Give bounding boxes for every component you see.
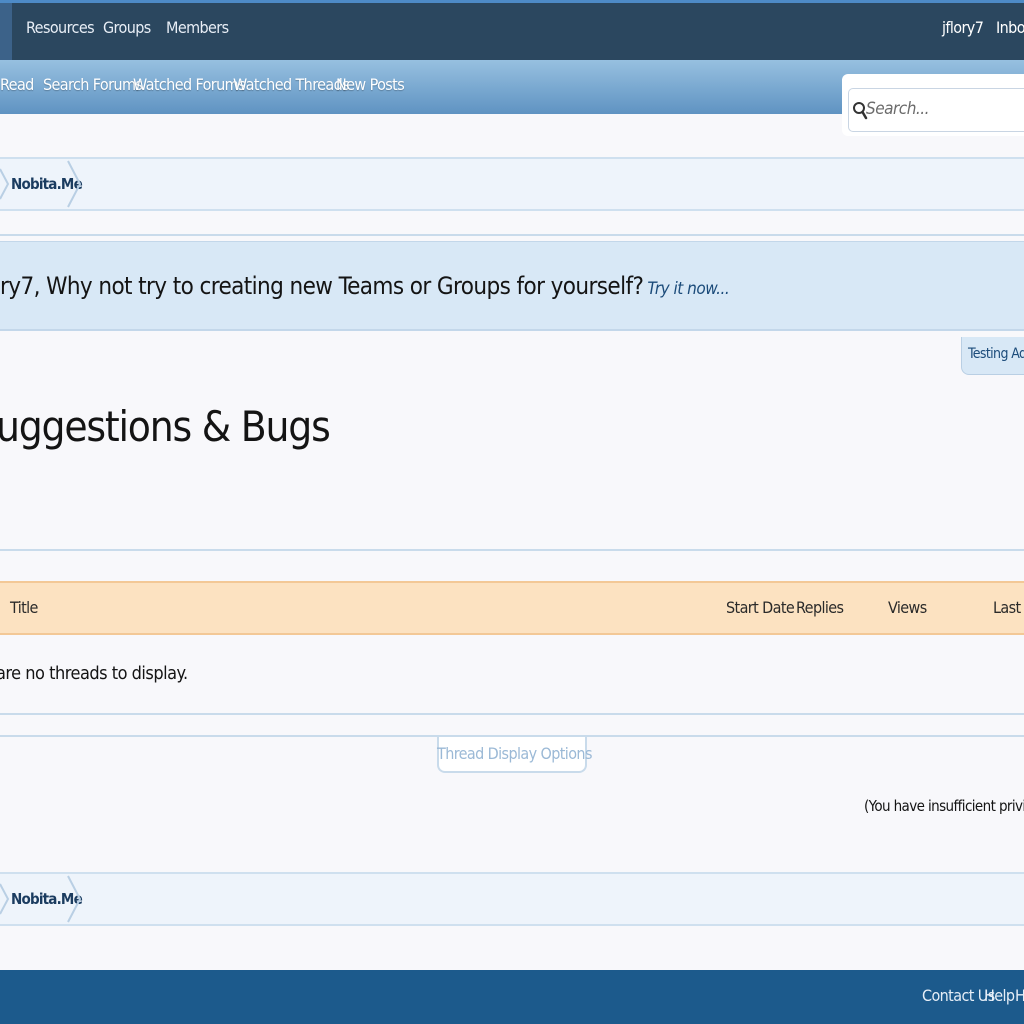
user-menu-link[interactable]: jflory7 — [942, 18, 984, 37]
footer-home[interactable]: H — [1015, 986, 1024, 1005]
empty-thread-message: are no threads to display. — [0, 663, 188, 684]
breadcrumb-bottom — [0, 872, 1024, 926]
subnav-watched-threads[interactable]: Watched Threads — [233, 75, 350, 94]
subnav-mark-read[interactable]: Read — [0, 75, 34, 94]
breadcrumb-chevron-icon — [67, 875, 82, 923]
inbox-link[interactable]: Inbox — [996, 18, 1024, 37]
notice-try-link[interactable]: Try it now... — [647, 279, 729, 299]
notice-text: ry7, Why not try to creating new Teams o… — [0, 272, 644, 300]
subnav-search-forums[interactable]: Search Forums — [43, 75, 143, 94]
nav-tab-groups[interactable]: Groups — [103, 18, 151, 37]
breadcrumb-chevron-icon — [67, 160, 82, 208]
subnav-new-posts[interactable]: New Posts — [336, 75, 405, 94]
column-header-last-message[interactable]: Last M — [993, 598, 1024, 617]
nav-tab-members[interactable]: Members — [166, 18, 229, 37]
thread-display-options-label: Thread Display Options — [437, 744, 592, 763]
column-header-replies[interactable]: Replies — [796, 598, 844, 617]
top-navigation-bar — [0, 0, 1024, 60]
breadcrumb-top — [0, 157, 1024, 211]
page-title: uggestions & Bugs — [0, 402, 331, 451]
thread-list-header — [0, 581, 1024, 635]
column-header-start-date[interactable]: Start Date — [726, 598, 795, 617]
divider — [0, 234, 1024, 236]
search-placeholder: Search... — [866, 99, 929, 119]
addon-tab-label: Testing AddO — [968, 346, 1024, 362]
column-header-title[interactable]: Title — [10, 598, 38, 617]
nav-tab-edge[interactable] — [0, 3, 12, 60]
nav-tab-resources[interactable]: Resources — [26, 18, 95, 37]
footer-help[interactable]: Help — [984, 986, 1015, 1005]
divider — [0, 713, 1024, 715]
subnav-watched-forums[interactable]: Watched Forums — [133, 75, 246, 94]
notice-message: ry7, Why not try to creating new Teams o… — [0, 272, 730, 300]
divider — [0, 549, 1024, 551]
column-header-views[interactable]: Views — [888, 598, 927, 617]
privileges-note: (You have insufficient privileges t — [864, 797, 1024, 815]
footer-bar — [0, 970, 1024, 1024]
